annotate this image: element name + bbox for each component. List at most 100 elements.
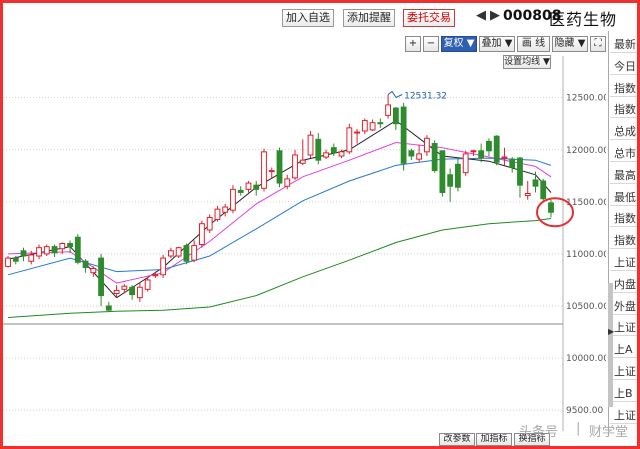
- candle-body: [5, 257, 11, 267]
- candles: [5, 94, 554, 312]
- candle-body: [167, 250, 174, 257]
- adjust-button[interactable]: 复权 ▼: [441, 36, 477, 52]
- candle-body: [385, 104, 392, 116]
- candle-body: [82, 260, 89, 268]
- candle-body: [261, 151, 267, 189]
- candle-body: [230, 188, 236, 211]
- quote-row-separator: [610, 248, 637, 250]
- candle-body: [253, 184, 260, 190]
- candle-body: [501, 156, 508, 159]
- candle-body: [292, 154, 298, 179]
- scroll-arrow-icon[interactable]: ▶: [608, 327, 614, 336]
- candle-body: [532, 179, 539, 187]
- candle-body: [307, 134, 314, 156]
- quote-row-separator: [610, 139, 637, 141]
- candle-body: [486, 140, 492, 152]
- quote-row-label: 上证: [614, 256, 636, 269]
- candle-body: [346, 127, 353, 153]
- header-button-1[interactable]: 添加提醒: [343, 9, 395, 27]
- quote-row-separator: [610, 117, 637, 119]
- quote-row-separator: [610, 226, 637, 228]
- quote-row-separator: [610, 291, 637, 293]
- candle-body: [369, 122, 376, 131]
- candle-body: [59, 243, 66, 250]
- candle-body: [439, 150, 446, 193]
- quote-row-label: 指数: [614, 234, 636, 248]
- candle-body: [462, 153, 469, 174]
- candle-body: [175, 247, 182, 257]
- quote-row-label: 最新: [614, 38, 636, 51]
- zoom-out-button[interactable]: −: [423, 36, 439, 52]
- quote-row-separator: [610, 357, 637, 359]
- bottom-button-1[interactable]: 加指标: [476, 433, 512, 446]
- chart-toolbar: + − 复权 ▼ 叠加 ▼ 画 线 隐藏 ▼ ⛶: [3, 33, 606, 53]
- candle-body: [493, 135, 500, 163]
- y-tick-label: 12000.00: [566, 146, 606, 156]
- prev-stock-icon[interactable]: ◀: [476, 8, 486, 23]
- candle-body: [299, 159, 306, 164]
- draw-line-button[interactable]: 画 线: [517, 36, 550, 52]
- quote-row-separator: [610, 270, 637, 271]
- candle-body: [199, 223, 205, 246]
- ma-line-ma5: [7, 119, 552, 299]
- quote-row-label: 指数: [614, 81, 636, 95]
- quote-row-separator: [610, 95, 637, 97]
- next-stock-icon[interactable]: ▶: [490, 8, 500, 23]
- watermark-right: 财学堂: [589, 425, 629, 440]
- candle-body: [400, 106, 407, 164]
- y-tick-label: 12500.00: [566, 94, 606, 104]
- candle-body: [144, 279, 151, 290]
- stock-name: 医药生物: [549, 10, 618, 29]
- candle-body: [315, 138, 322, 161]
- candle-body: [455, 163, 461, 188]
- bottom-button-0[interactable]: 改参数: [439, 433, 475, 446]
- watermark-left: 头条号: [519, 425, 559, 440]
- y-tick-label: 10500.00: [566, 302, 606, 312]
- peak-annotation-label: 12531.32: [404, 92, 447, 102]
- candle-body: [392, 107, 399, 125]
- candle-body: [416, 153, 423, 160]
- quote-row-label: 上证: [614, 321, 636, 335]
- y-tick-label: 9500.00: [566, 406, 603, 416]
- scrollbar[interactable]: [608, 283, 613, 407]
- candle-body: [478, 150, 485, 159]
- hide-button[interactable]: 隐藏 ▼: [552, 36, 588, 52]
- quote-panel: 最新 今日 指数 指数 总成 总市 最高 最低 指数 指数 上证 内盘 外盘 上证 上A 上证 上B 上证: [610, 31, 637, 433]
- zoom-in-button[interactable]: +: [405, 36, 421, 52]
- fullscreen-icon[interactable]: ⛶: [590, 36, 606, 52]
- candle-body: [524, 193, 531, 197]
- candle-body: [136, 286, 143, 299]
- candle-body: [330, 147, 337, 154]
- y-tick-label: 11000.00: [566, 250, 606, 260]
- candle-body: [517, 157, 523, 186]
- quote-row-separator: [610, 204, 637, 206]
- candlestick-chart[interactable]: 9500.0010000.0010500.0011000.0011500.001…: [3, 56, 606, 431]
- quote-row-label: 内盘: [614, 277, 636, 291]
- peak-marker-line: [387, 90, 403, 99]
- candle-body: [447, 174, 454, 187]
- candle-body: [540, 180, 547, 200]
- candle-body: [214, 208, 221, 221]
- header-bar: 加入自选 添加提醒 委托交易 ◀ ▶ 000808 医药生物: [3, 3, 637, 31]
- candle-body: [509, 158, 516, 168]
- overlay-button[interactable]: 叠加 ▼: [479, 36, 515, 52]
- quote-row-label: 最低: [614, 190, 636, 204]
- quote-row-label: 今日: [614, 59, 636, 73]
- candle-body: [160, 257, 167, 276]
- candle-body: [338, 151, 345, 157]
- header-button-2[interactable]: 委托交易: [403, 9, 455, 27]
- candle-body: [276, 150, 283, 184]
- candle-body: [98, 257, 104, 297]
- candle-body: [423, 137, 430, 153]
- quote-row-label: 上证: [614, 365, 636, 378]
- header-button-0[interactable]: 加入自选: [282, 9, 334, 27]
- quote-row-label: 指数: [614, 212, 636, 226]
- candle-body: [245, 182, 252, 190]
- annotations: 12531.32: [387, 90, 574, 228]
- candle-body: [20, 250, 27, 257]
- quote-row-label: 上A: [614, 343, 633, 357]
- candle-body: [121, 285, 128, 290]
- candle-body: [548, 202, 554, 213]
- candle-body: [67, 243, 73, 248]
- candle-body: [431, 143, 438, 172]
